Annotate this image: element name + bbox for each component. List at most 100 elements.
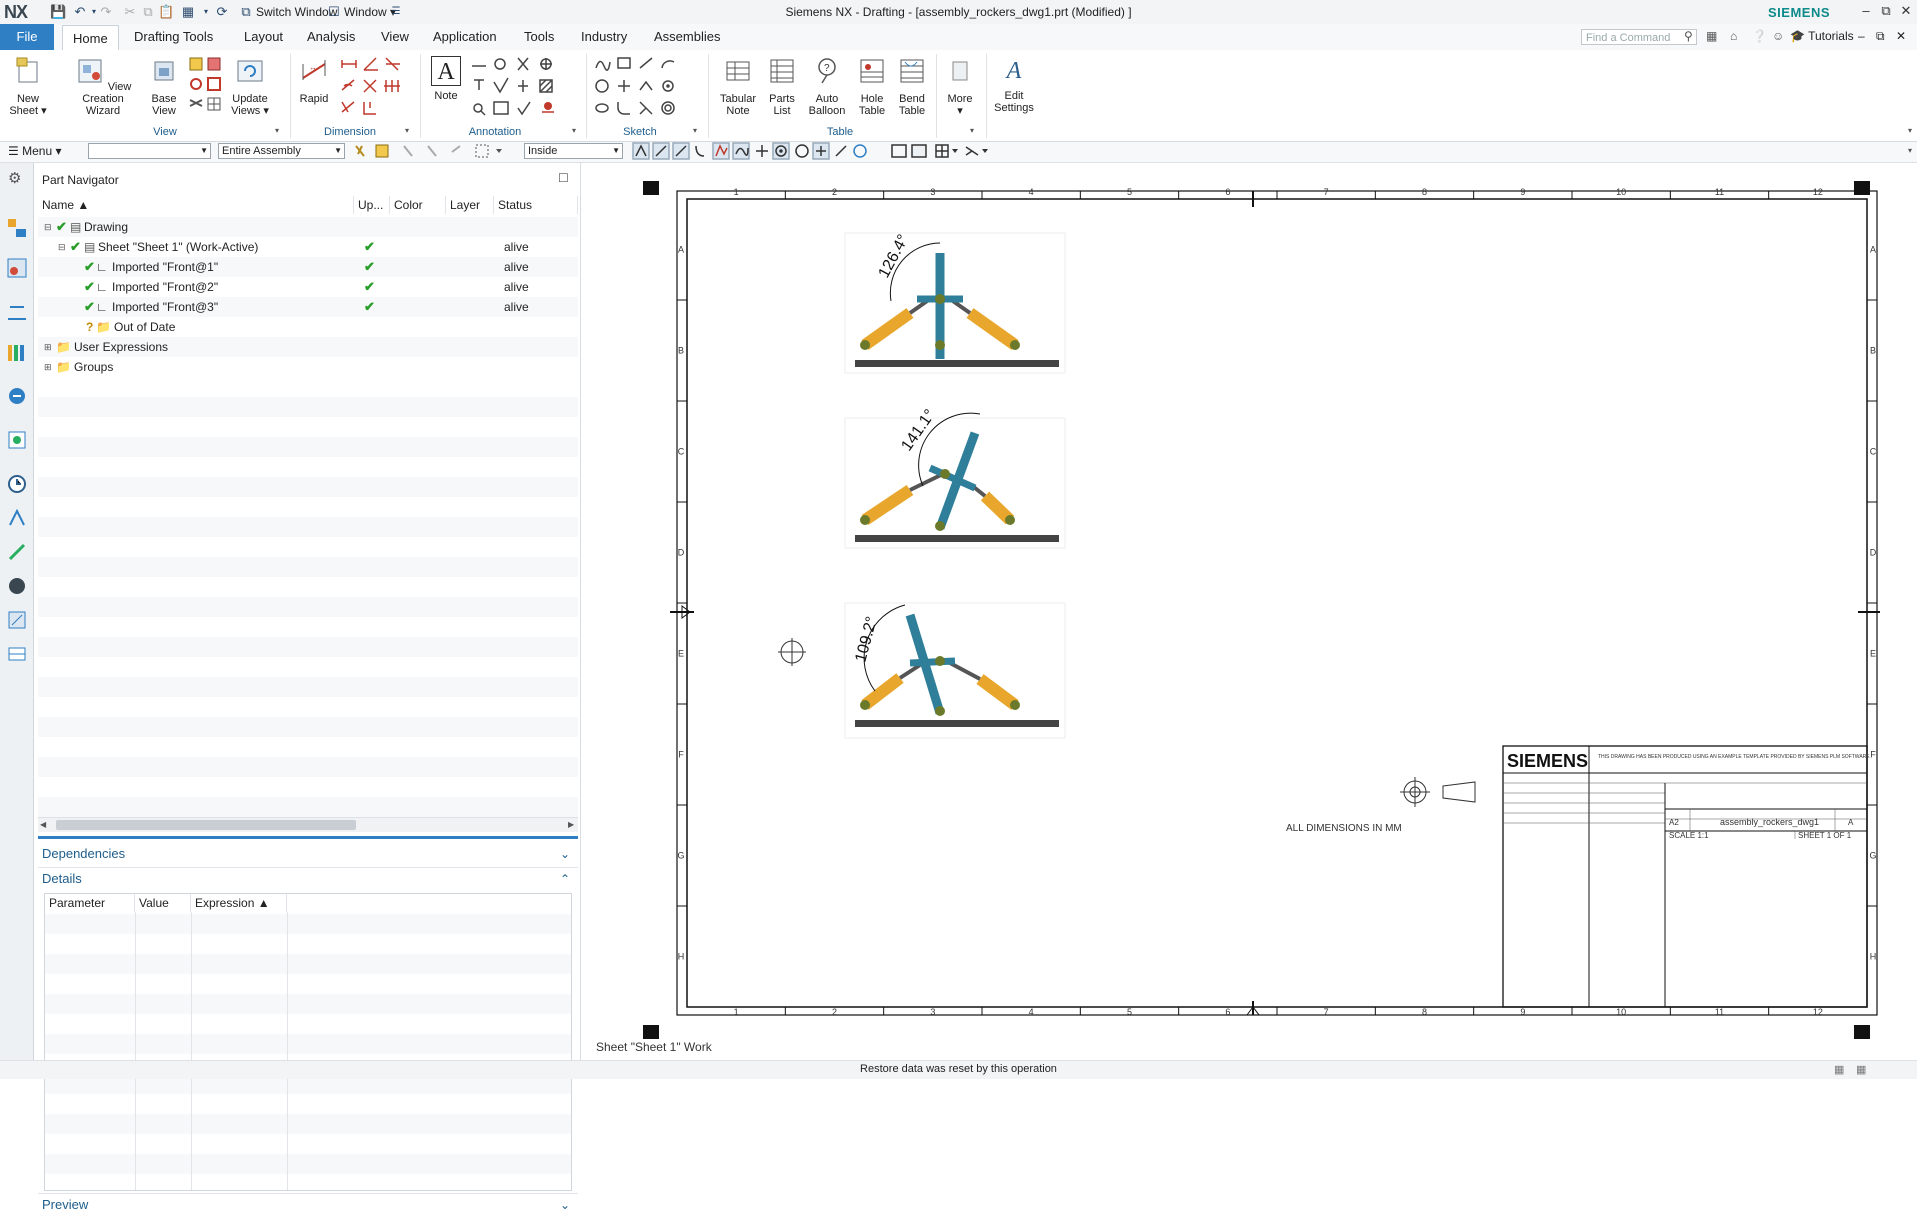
column-header-status[interactable]: Status [494,196,578,214]
view-layout-icon[interactable] [935,144,949,158]
arc-icon[interactable] [661,60,675,69]
column-header-layer[interactable]: Layer [446,196,494,214]
column-header-color[interactable]: Color [390,196,446,214]
bend-table-button[interactable]: Bend Table [894,56,930,117]
detail-view-icon[interactable] [190,78,202,90]
tree-row-view-front1[interactable]: ✔ ∟ Imported "Front@1" ✔ alive [38,257,578,277]
projected-view-icon[interactable] [189,57,203,71]
collapse-icon[interactable]: ⊟ [58,237,66,257]
status-icon-2[interactable]: ▦ [1856,1063,1866,1076]
view-group-expand-icon[interactable]: ▾ [275,126,279,135]
show-hide-dropdown-icon[interactable] [982,149,988,153]
show-hide-icon[interactable] [965,146,979,156]
tab-analysis[interactable]: Analysis [307,24,355,50]
select-features-icon[interactable] [355,145,365,157]
snap-bounded-grid-icon[interactable] [853,144,867,158]
collapse-icon[interactable]: ⊟ [44,217,52,237]
details-header-parameter[interactable]: Parameter [45,894,135,912]
datum-icon[interactable] [474,79,484,90]
break-view-icon[interactable] [207,77,221,91]
snap-point-on-curve-icon[interactable] [812,142,830,160]
view-zoom-icon[interactable] [911,144,927,158]
snap-tangent-icon[interactable] [835,145,847,157]
tab-industry[interactable]: Industry [581,24,627,50]
snap-quadrant-icon[interactable] [795,144,809,158]
checkbox-checked-icon[interactable]: ✔ [84,297,95,317]
hole-table-button[interactable]: Hole Table [854,56,890,117]
checkbox-checked-icon[interactable]: ✔ [56,217,67,237]
more-group-expand-icon[interactable]: ▾ [970,126,974,135]
snap-intersection-icon[interactable] [712,142,730,160]
scroll-left-icon[interactable]: ◀ [40,820,46,829]
panel-divider[interactable] [38,836,578,839]
linear-dimension-icon[interactable] [341,60,357,68]
dependencies-panel-header[interactable]: Dependencies ⌄ [38,843,578,865]
constraint-navigator-icon[interactable] [6,301,28,323]
restore-icon[interactable]: ⧉ [1876,3,1896,19]
settings-gear-icon[interactable]: ⚙ [8,169,21,187]
note-button[interactable]: A Note [428,56,464,102]
reuse-library-icon[interactable] [6,341,28,363]
ordinate-dimension-icon[interactable] [384,80,400,92]
tab-application[interactable]: Application [433,24,497,50]
search-icon[interactable]: ⚲ [1684,29,1693,43]
tab-file[interactable]: File [0,24,54,50]
assembly-navigator-icon[interactable] [6,217,28,239]
circle-icon[interactable] [595,79,609,93]
home-icon[interactable]: ⌂ [1730,29,1737,43]
arc-length-dimension-icon[interactable] [341,101,355,113]
snap-existing-point-icon[interactable] [756,145,768,157]
rapid-dimension-button[interactable]: ↔ Rapid [296,56,332,105]
offset-icon[interactable] [661,101,675,115]
surface-finish-icon[interactable] [493,77,509,94]
select-in-assembly-icon[interactable] [375,144,389,158]
resource-bar-icon[interactable]: ▦ [1706,29,1717,43]
view-grid-icon[interactable] [207,97,221,111]
sketch-icon[interactable] [595,60,611,71]
assembly-scope-combo[interactable]: Entire Assembly ▼ [218,143,345,159]
panel-maximize-icon[interactable]: ☐ [558,171,569,185]
type-filter-combo[interactable]: ▼ [88,143,211,159]
cross-icon[interactable] [517,57,529,71]
scroll-right-icon[interactable]: ▶ [568,820,574,829]
details-panel-header[interactable]: Details ⌃ [38,867,578,890]
tree-row-user-expressions[interactable]: ⊞ 📁 User Expressions [38,337,578,357]
roles-icon[interactable] [6,575,28,597]
hd3d-tools-icon[interactable] [6,385,28,407]
thickness-dimension-icon[interactable] [363,79,377,93]
rectangle-select-dropdown-icon[interactable] [496,149,502,153]
menu-button[interactable]: ☰ Menu ▾ [8,144,61,158]
check-icon[interactable] [517,101,531,116]
checkbox-checked-icon[interactable]: ✔ [84,257,95,277]
history-icon[interactable] [6,473,28,495]
tree-row-sheet[interactable]: ⊟ ✔ ▤ Sheet "Sheet 1" (Work-Active) ✔ al… [38,237,578,257]
process-studio-icon[interactable] [6,507,28,529]
horizontal-scrollbar[interactable]: ◀ ▶ [38,817,578,832]
trim-icon[interactable] [639,101,653,115]
manufacturing-wizards-icon[interactable] [6,541,28,563]
doc-close-icon[interactable]: ✕ [1896,29,1906,43]
rectangle-select-icon[interactable] [475,144,489,158]
weld-symbol-icon[interactable] [518,80,528,92]
tab-drafting-tools[interactable]: Drafting Tools [134,24,213,50]
new-sheet-button[interactable]: New Sheet ▾ [6,56,50,117]
rectangle-icon[interactable] [617,57,631,69]
close-icon[interactable]: ✕ [1896,3,1916,19]
tab-home[interactable]: Home [62,25,119,51]
tree-row-out-of-date[interactable]: ? 📁 Out of Date [38,317,578,337]
polyline-icon[interactable] [639,80,653,91]
deselect-icon[interactable] [427,145,437,157]
magnifier-icon[interactable] [473,103,486,116]
fillet-icon[interactable] [617,102,630,115]
area-fill-icon[interactable] [542,102,554,113]
chamfer-dimension-icon[interactable] [385,57,400,71]
find-command-input[interactable]: Find a Command [1581,29,1697,45]
tab-layout[interactable]: Layout [244,24,283,50]
snap-curve-icon[interactable] [732,142,750,160]
tree-row-drawing[interactable]: ⊟ ✔ ▤ Drawing [38,217,578,237]
snap-control-point-icon[interactable] [695,145,705,157]
annotation-group-expand-icon[interactable]: ▾ [572,126,576,135]
web-browser-icon[interactable] [6,429,28,451]
selection-mode-combo[interactable]: Inside ▼ [524,143,623,159]
part-navigator-icon[interactable] [6,257,28,279]
